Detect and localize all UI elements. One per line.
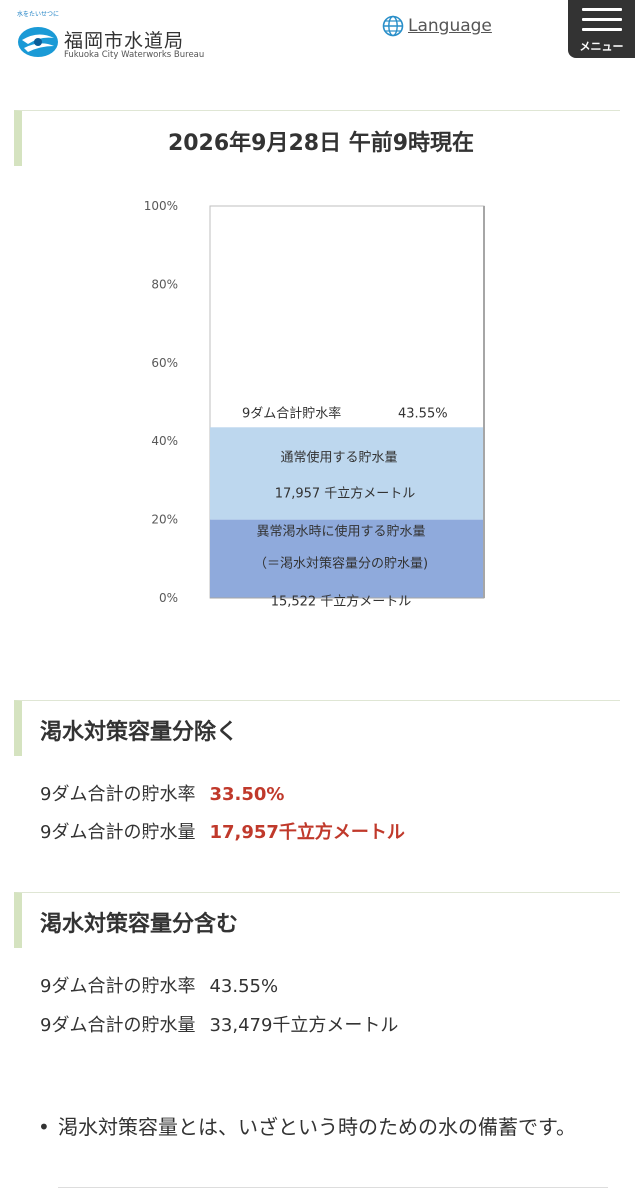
y-tick-label: 40% — [151, 434, 178, 448]
menu-label: メニュー — [579, 40, 624, 53]
including-volume-label: 9ダム合計の貯水量 — [40, 1015, 196, 1036]
language-link[interactable]: Language — [382, 13, 492, 39]
divider — [58, 1187, 608, 1188]
segment-label: 通常使用する貯水量 — [280, 449, 397, 465]
site-header: 水をたいせつに 福岡市水道局 Fukuoka City Waterworks B… — [0, 0, 635, 70]
y-tick-label: 0% — [159, 591, 178, 605]
excluding-rate-label: 9ダム合計の貯水率 — [40, 784, 196, 805]
y-tick-label: 60% — [151, 356, 178, 370]
y-tick-label: 80% — [151, 277, 178, 291]
y-tick-label: 20% — [151, 513, 178, 527]
globe-icon — [382, 15, 404, 37]
including-volume-value: 33,479千立方メートル — [209, 1015, 399, 1036]
total-rate-value: 43.55% — [398, 406, 448, 421]
note-list: • 渇水対策容量とは、いざという時のための水の備蓄です。 — [38, 1110, 608, 1145]
including-rate-label: 9ダム合計の貯水率 — [40, 976, 196, 997]
site-logo[interactable]: 水をたいせつに 福岡市水道局 Fukuoka City Waterworks B… — [14, 6, 204, 64]
bullet-icon: • — [38, 1115, 50, 1139]
chart-bar-segment — [210, 427, 484, 520]
note-item: 渇水対策容量とは、いざという時のための水の備蓄です。 — [58, 1115, 576, 1139]
water-drop-logo-icon: 水をたいせつに — [17, 10, 59, 57]
menu-button[interactable]: メニュー — [568, 0, 635, 58]
excluding-volume-label: 9ダム合計の貯水量 — [40, 822, 196, 843]
including-rate-value: 43.55% — [209, 976, 279, 997]
logo-title: 福岡市水道局 — [64, 30, 185, 52]
date-heading-bar: 2026年9月28日 午前9時現在 — [14, 110, 620, 166]
section-heading-excluding: 渇水対策容量分除く — [14, 700, 620, 756]
storage-chart: 0% 20% 40% 60% 80% 100% 異常渇水時に使用する貯水量 （＝渇水対策容量分… — [120, 190, 540, 630]
storage-chart-svg: 0% 20% 40% 60% 80% 100% 異常渇水時に使用する貯水量 （＝渇水対策容量分… — [144, 199, 485, 610]
including-rate-row: 9ダム合計の貯水率 43.55% — [40, 972, 278, 998]
segment-sublabel: （＝渇水対策容量分の貯水量) — [254, 556, 428, 572]
language-label: Language — [408, 16, 492, 36]
y-tick-label: 100% — [144, 199, 178, 213]
total-rate-label: 9ダム合計貯水率 — [242, 405, 341, 421]
section-heading-including: 渇水対策容量分含む — [14, 892, 620, 948]
hamburger-icon — [582, 8, 622, 38]
excluding-volume-row: 9ダム合計の貯水量 17,957千立方メートル — [40, 818, 405, 844]
including-volume-row: 9ダム合計の貯水量 33,479千立方メートル — [40, 1011, 398, 1037]
excluding-volume-value: 17,957千立方メートル — [209, 822, 405, 843]
segment-amount: 17,957 千立方メートル — [275, 485, 416, 501]
date-heading: 2026年9月28日 午前9時現在 — [167, 131, 475, 156]
excluding-rate-value: 33.50% — [209, 784, 285, 805]
excluding-rate-row: 9ダム合計の貯水率 33.50% — [40, 780, 284, 806]
segment-label: 異常渇水時に使用する貯水量 — [256, 524, 425, 540]
logo-subtitle: Fukuoka City Waterworks Bureau — [64, 50, 205, 60]
svg-text:水をたいせつに: 水をたいせつに — [17, 10, 59, 18]
section-title-including: 渇水対策容量分含む — [40, 912, 239, 937]
section-title-excluding: 渇水対策容量分除く — [40, 720, 239, 745]
segment-amount: 15,522 千立方メートル — [271, 594, 412, 610]
